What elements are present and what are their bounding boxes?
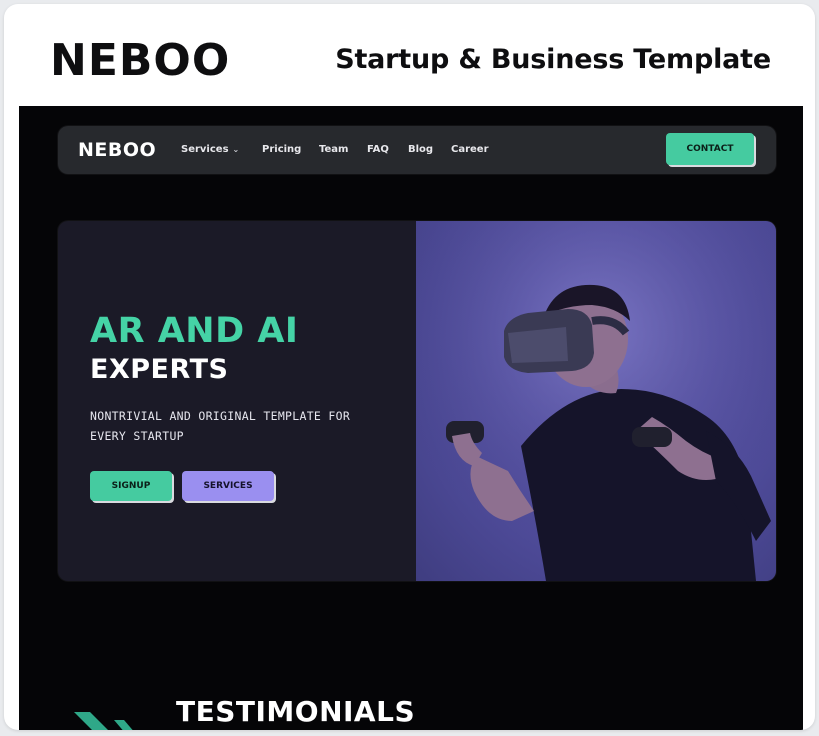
nav-item-career[interactable]: Career xyxy=(451,143,489,157)
preview-navbar: NEBOO Services ⌄ Pricing Team FAQ Blog Ca… xyxy=(58,126,776,174)
nav-logo[interactable]: NEBOO xyxy=(78,137,156,163)
template-card: NEBOO Startup & Business Template NEBOO … xyxy=(4,4,815,730)
decorative-chevron-icon xyxy=(74,704,144,730)
nav-item-team[interactable]: Team xyxy=(319,143,348,157)
nav-item-faq[interactable]: FAQ xyxy=(367,143,389,157)
testimonials-heading: TESTIMONIALS xyxy=(176,695,416,728)
nav-item-services[interactable]: Services ⌄ xyxy=(181,143,239,157)
vr-headset-person-illustration xyxy=(416,221,776,581)
template-tagline: Startup & Business Template xyxy=(335,44,771,75)
nav-item-pricing[interactable]: Pricing xyxy=(262,143,301,157)
website-preview: NEBOO Services ⌄ Pricing Team FAQ Blog Ca… xyxy=(19,106,803,730)
brand-logo: NEBOO xyxy=(50,35,231,86)
nav-item-blog[interactable]: Blog xyxy=(408,143,433,157)
hero-section: AR AND AI EXPERTS NONTRIVIAL AND ORIGINA… xyxy=(58,221,776,581)
services-button[interactable]: SERVICES xyxy=(182,471,274,501)
signup-button[interactable]: SIGNUP xyxy=(90,471,172,501)
hero-description: NONTRIVIAL AND ORIGINAL TEMPLATE FOR EVE… xyxy=(90,409,351,443)
hero-title-primary: AR AND AI xyxy=(90,311,299,351)
nav-item-label: Services xyxy=(181,144,229,155)
hero-title-secondary: EXPERTS xyxy=(90,354,229,385)
hero-vr-photo xyxy=(416,221,776,581)
contact-button[interactable]: CONTACT xyxy=(666,133,754,165)
chevron-down-icon: ⌄ xyxy=(232,145,240,154)
